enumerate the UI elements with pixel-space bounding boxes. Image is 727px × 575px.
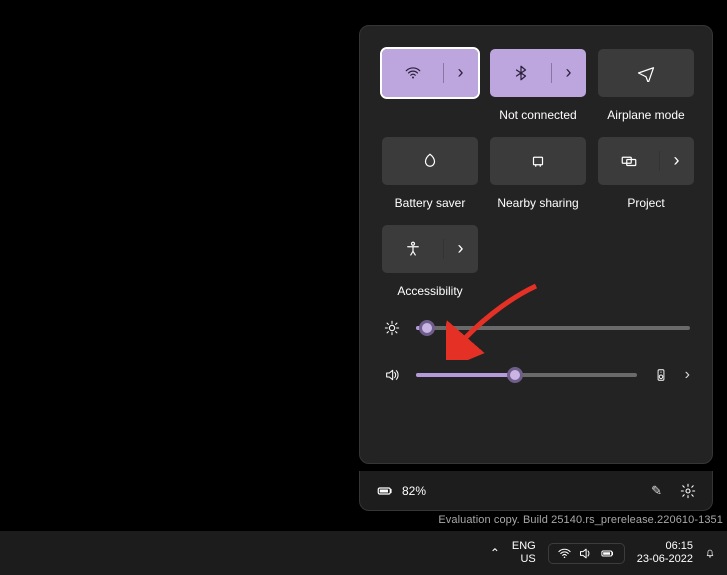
accessibility-tile[interactable]: [382, 225, 478, 273]
project-icon: [620, 152, 638, 170]
chevron-right-icon: [458, 63, 464, 83]
notifications-button[interactable]: [699, 531, 721, 575]
chevron-right-icon: [674, 151, 680, 171]
quick-settings-panel: Not connected Airplane mode Battery save…: [359, 25, 713, 464]
battery-icon: [599, 546, 616, 561]
volume-thumb[interactable]: [507, 367, 523, 383]
battery-saver-label: Battery saver: [395, 196, 466, 212]
accessibility-expand-button[interactable]: [443, 239, 477, 259]
chevron-right-icon: [566, 63, 572, 83]
nearby-sharing-label: Nearby sharing: [497, 196, 578, 212]
audio-output-button[interactable]: [651, 368, 671, 382]
wifi-tile[interactable]: [382, 49, 478, 97]
sliders-section: [382, 320, 690, 384]
project-label: Project: [627, 196, 664, 212]
brightness-thumb[interactable]: [419, 320, 435, 336]
wifi-icon: [557, 546, 572, 561]
tray-overflow-button[interactable]: [484, 531, 506, 575]
volume-icon: [578, 546, 593, 561]
bluetooth-label: Not connected: [499, 108, 576, 124]
airplane-mode-label: Airplane mode: [607, 108, 684, 124]
volume-slider[interactable]: [416, 373, 637, 377]
nearby-sharing-icon: [529, 152, 547, 170]
brightness-row: [382, 320, 690, 336]
settings-button[interactable]: [680, 483, 696, 499]
language-indicator[interactable]: ENG US: [506, 531, 542, 575]
date-label: 23-06-2022: [637, 553, 693, 566]
audio-output-expand[interactable]: [685, 366, 690, 384]
battery-saver-icon: [421, 152, 439, 170]
wifi-expand-button[interactable]: [443, 63, 477, 83]
accessibility-icon: [404, 240, 422, 258]
quick-settings-grid: Not connected Airplane mode Battery save…: [382, 49, 690, 300]
chevron-right-icon: [458, 239, 464, 259]
airplane-icon: [637, 64, 655, 82]
volume-icon: [382, 367, 402, 383]
time-label: 06:15: [665, 540, 693, 553]
wifi-icon: [404, 64, 422, 82]
lang-top: ENG: [512, 540, 536, 553]
nearby-sharing-tile[interactable]: [490, 137, 586, 185]
volume-row: [382, 366, 690, 384]
evaluation-watermark: Evaluation copy. Build 25140.rs_prerelea…: [438, 514, 727, 526]
lang-bottom: US: [520, 553, 535, 566]
bluetooth-icon: [512, 64, 530, 82]
edit-quick-settings-button[interactable]: [651, 483, 662, 499]
airplane-mode-tile[interactable]: [598, 49, 694, 97]
project-expand-button[interactable]: [659, 151, 693, 171]
battery-saver-tile[interactable]: [382, 137, 478, 185]
chevron-up-icon: [490, 544, 500, 562]
clock[interactable]: 06:15 23-06-2022: [631, 531, 699, 575]
brightness-icon: [382, 320, 402, 336]
system-tray[interactable]: [542, 531, 631, 575]
quick-settings-footer: 82%: [359, 471, 713, 511]
taskbar: ENG US 06:15 23-06-2022: [0, 531, 727, 575]
battery-status[interactable]: 82%: [376, 482, 426, 500]
bluetooth-tile[interactable]: [490, 49, 586, 97]
brightness-slider[interactable]: [416, 326, 690, 330]
project-tile[interactable]: [598, 137, 694, 185]
bluetooth-expand-button[interactable]: [551, 63, 585, 83]
accessibility-label: Accessibility: [397, 284, 462, 300]
battery-pct-label: 82%: [402, 484, 426, 498]
